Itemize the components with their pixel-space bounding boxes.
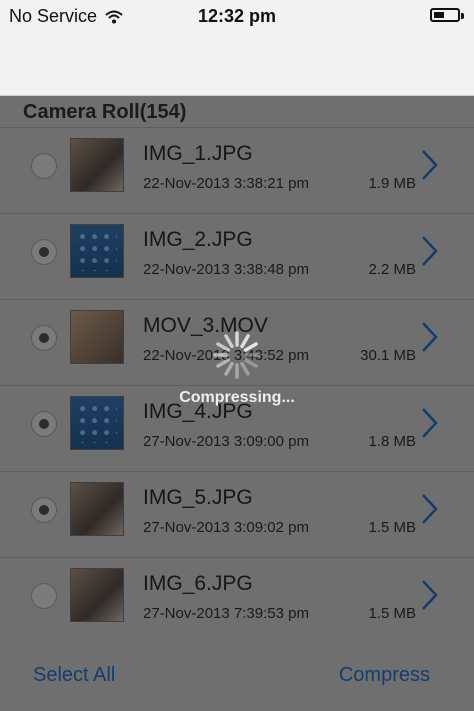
album-title: Camera Roll(154) [23, 101, 187, 123]
status-time: 12:32 pm [197, 6, 277, 26]
compress-button[interactable]: Compress [339, 664, 430, 687]
thumbnail [70, 568, 124, 622]
media-list: IMG_1.JPG 22-Nov-2013 3:38:21 pm 1.9 MB … [0, 127, 474, 643]
list-item[interactable]: IMG_5.JPG 27-Nov-2013 3:09:02 pm 1.5 MB [0, 471, 474, 557]
thumbnail [70, 482, 124, 536]
file-date: 27-Nov-2013 7:39:53 pm [143, 605, 309, 622]
thumbnail [70, 396, 124, 450]
file-date: 22-Nov-2013 3:43:52 pm [143, 347, 309, 364]
file-size: 2.2 MB [368, 261, 416, 278]
list-item[interactable]: IMG_6.JPG 27-Nov-2013 7:39:53 pm 1.5 MB [0, 557, 474, 643]
selection-radio[interactable] [31, 411, 57, 437]
chevron-right-icon[interactable] [420, 406, 440, 440]
chevron-right-icon[interactable] [420, 320, 440, 354]
navigation-bar [0, 32, 474, 96]
file-size: 1.5 MB [368, 605, 416, 622]
battery-icon [430, 8, 464, 22]
file-name: IMG_6.JPG [143, 572, 253, 595]
file-date: 27-Nov-2013 3:09:02 pm [143, 519, 309, 536]
file-name: IMG_5.JPG [143, 486, 253, 509]
file-name: IMG_2.JPG [143, 228, 253, 251]
chevron-right-icon[interactable] [420, 148, 440, 182]
selection-radio[interactable] [31, 325, 57, 351]
file-name: MOV_3.MOV [143, 314, 268, 337]
list-item[interactable]: IMG_1.JPG 22-Nov-2013 3:38:21 pm 1.9 MB [0, 127, 474, 213]
chevron-right-icon[interactable] [420, 492, 440, 526]
bottom-toolbar: Select All Compress [0, 660, 474, 711]
file-size: 1.9 MB [368, 175, 416, 192]
selection-radio[interactable] [31, 239, 57, 265]
list-item[interactable]: IMG_4.JPG 27-Nov-2013 3:09:00 pm 1.8 MB [0, 385, 474, 471]
status-bar: No Service 12:32 pm [0, 0, 474, 32]
list-item[interactable]: MOV_3.MOV 22-Nov-2013 3:43:52 pm 30.1 MB [0, 299, 474, 385]
selection-radio[interactable] [31, 583, 57, 609]
file-name: IMG_1.JPG [143, 142, 253, 165]
chevron-right-icon[interactable] [420, 578, 440, 612]
select-all-button[interactable]: Select All [33, 664, 115, 687]
thumbnail [70, 310, 124, 364]
file-name: IMG_4.JPG [143, 400, 253, 423]
file-date: 27-Nov-2013 3:09:00 pm [143, 433, 309, 450]
file-date: 22-Nov-2013 3:38:21 pm [143, 175, 309, 192]
thumbnail [70, 138, 124, 192]
file-size: 1.8 MB [368, 433, 416, 450]
thumbnail [70, 224, 124, 278]
file-size: 30.1 MB [360, 347, 416, 364]
selection-radio[interactable] [31, 153, 57, 179]
list-item[interactable]: IMG_2.JPG 22-Nov-2013 3:38:48 pm 2.2 MB [0, 213, 474, 299]
selection-radio[interactable] [31, 497, 57, 523]
file-size: 1.5 MB [368, 519, 416, 536]
file-date: 22-Nov-2013 3:38:48 pm [143, 261, 309, 278]
chevron-right-icon[interactable] [420, 234, 440, 268]
